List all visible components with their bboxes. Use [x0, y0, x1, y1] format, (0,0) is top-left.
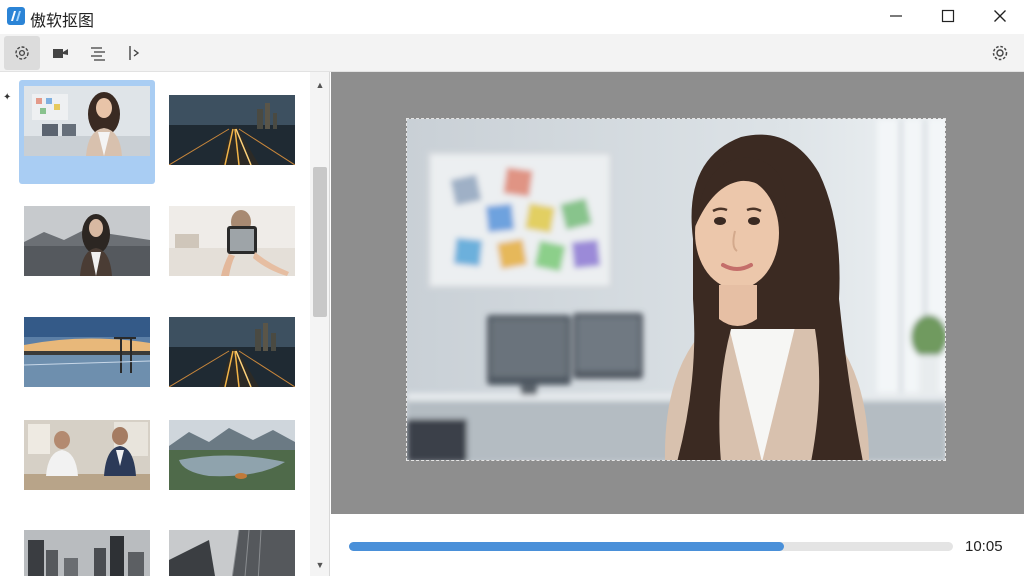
scroll-down-icon[interactable]: ▼ [313, 558, 327, 572]
thumbnail-woman-office[interactable] [24, 86, 150, 156]
maximize-icon [941, 9, 955, 23]
close-icon [994, 10, 1006, 22]
minimize-button[interactable] [873, 0, 919, 32]
thumbnail-business-meeting[interactable] [24, 420, 150, 490]
tool-split-button[interactable] [116, 36, 152, 70]
thumbnail-city-night-road-1[interactable] [169, 95, 295, 165]
app-window: 傲软抠图 ✦ ▲ ▼ 10:05 [0, 0, 1024, 576]
tool-align-button[interactable] [80, 36, 116, 70]
maximize-button[interactable] [925, 0, 971, 32]
thumbnail-city-night-road-2[interactable] [169, 317, 295, 387]
settings-button[interactable] [982, 36, 1018, 70]
video-camera-icon [53, 49, 68, 58]
minimize-icon [890, 15, 902, 17]
thumbnail-building-perspective[interactable] [169, 530, 295, 576]
tool-effects-button[interactable] [4, 36, 40, 70]
thumbnail-hands-phone[interactable] [169, 206, 295, 276]
thumbnail-woman-mono[interactable] [24, 206, 150, 276]
playback-time: 10:05 [965, 538, 1003, 555]
pin-icon[interactable]: ✦ [3, 92, 11, 103]
thumbnail-sidebar: ✦ ▲ ▼ [0, 72, 330, 576]
thumbnail-lake-sunset[interactable] [24, 317, 150, 387]
window-title: 傲软抠图 [30, 11, 95, 30]
app-logo-icon [7, 7, 25, 25]
progress-fill [349, 542, 784, 551]
settings-spark-icon [15, 46, 29, 60]
scroll-thumb[interactable] [313, 167, 327, 317]
preview-canvas [331, 72, 1024, 514]
playback-bar: 10:05 [331, 514, 1024, 576]
align-list-icon [91, 47, 105, 61]
tool-video-button[interactable] [42, 36, 78, 70]
progress-slider[interactable] [349, 542, 953, 551]
preview-image[interactable] [406, 118, 946, 461]
scroll-up-icon[interactable]: ▲ [313, 78, 327, 92]
thumbnail-city-skyline-mono[interactable] [24, 530, 150, 576]
title-bar: 傲软抠图 [0, 0, 1024, 34]
thumbnail-mountain-river[interactable] [169, 420, 295, 490]
sidebar-scrollbar[interactable]: ▲ ▼ [310, 72, 329, 576]
toolbar [0, 34, 1024, 72]
close-button[interactable] [977, 0, 1023, 32]
split-arrow-icon [129, 46, 140, 60]
gear-icon [992, 45, 1008, 61]
